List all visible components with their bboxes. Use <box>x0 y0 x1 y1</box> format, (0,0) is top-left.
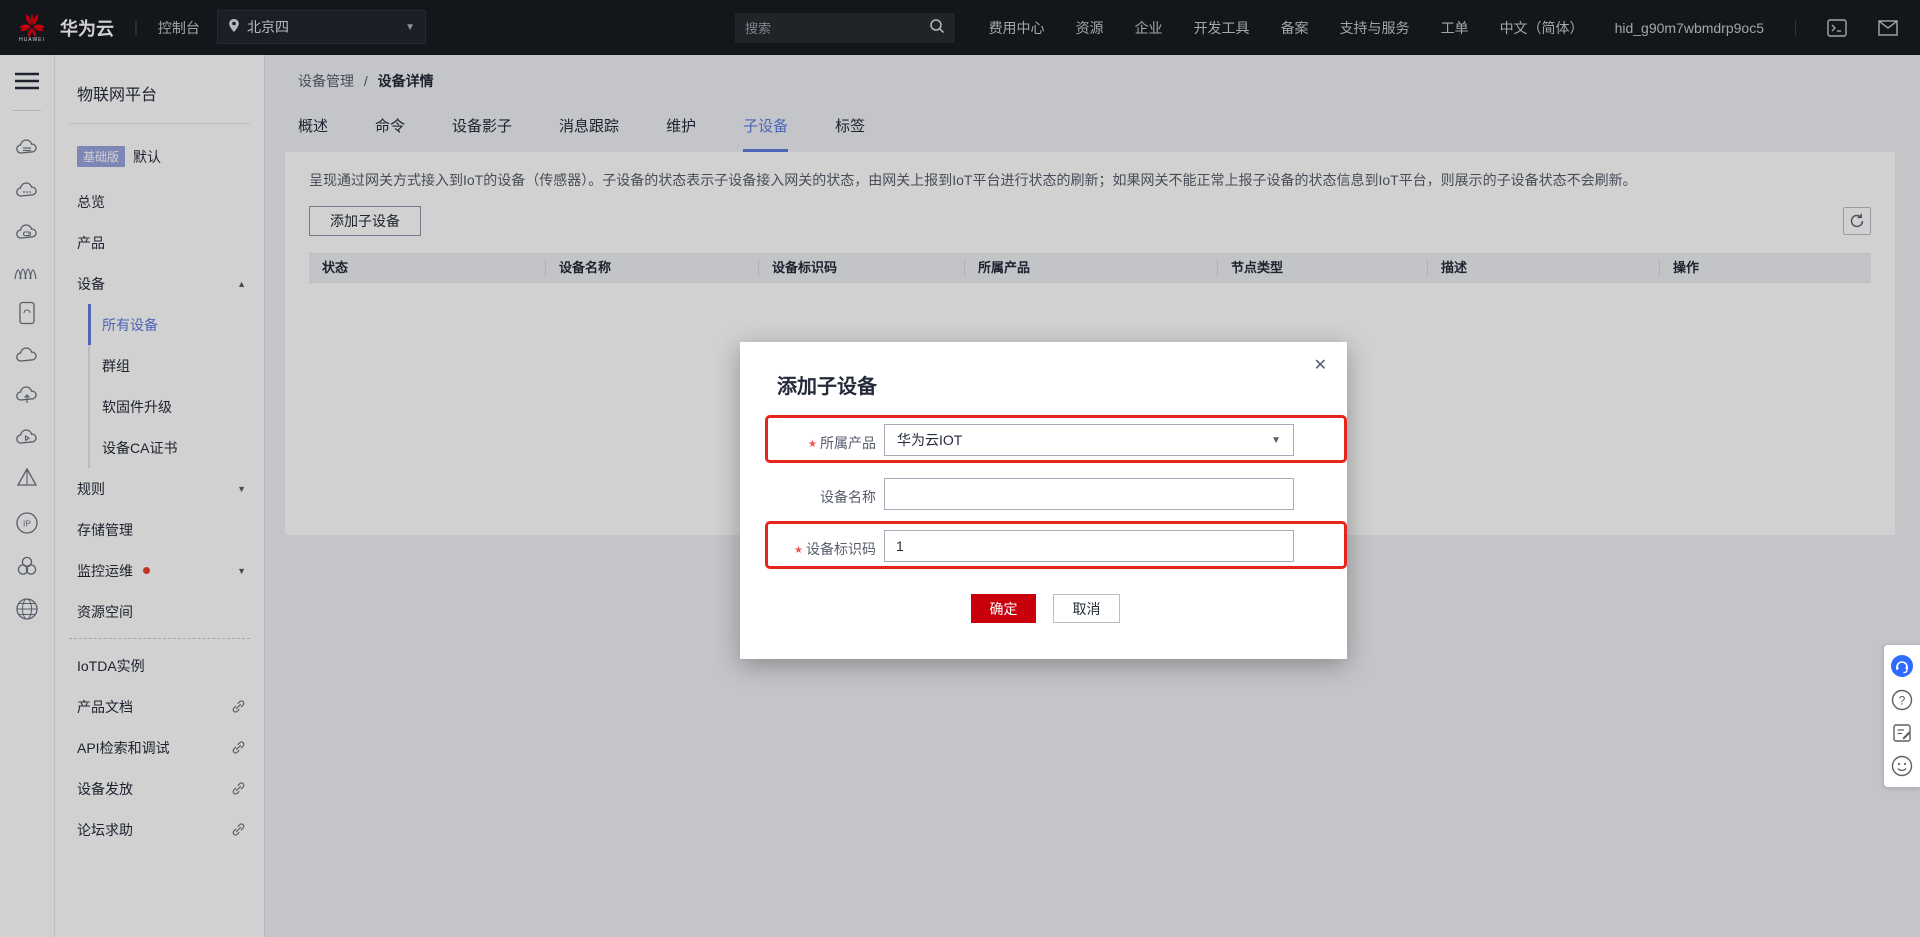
feedback-smiley-icon[interactable] <box>1891 755 1913 777</box>
field-label-device-name: 设备名称 <box>740 487 876 507</box>
svg-text:?: ? <box>1899 694 1906 708</box>
field-label-device-code: ★设备标识码 <box>740 539 876 559</box>
field-label-product: ★所属产品 <box>740 433 876 453</box>
modal-title: 添加子设备 <box>777 370 877 399</box>
required-star-icon: ★ <box>808 439 817 450</box>
device-name-input[interactable] <box>884 478 1294 510</box>
help-icon[interactable]: ? <box>1891 689 1913 711</box>
product-select[interactable]: 华为云IOT ▼ <box>884 424 1294 456</box>
confirm-button[interactable]: 确定 <box>971 594 1036 623</box>
required-star-icon: ★ <box>794 545 803 556</box>
close-icon[interactable]: ✕ <box>1314 358 1327 374</box>
product-select-value: 华为云IOT <box>897 430 962 450</box>
select-caret-icon: ▼ <box>1271 435 1281 446</box>
float-toolbar: ? <box>1884 645 1920 787</box>
survey-icon[interactable] <box>1891 722 1913 744</box>
device-code-input[interactable] <box>884 530 1294 562</box>
add-sub-device-modal: ✕ 添加子设备 ★所属产品 华为云IOT ▼ 设备名称 ★设备标识码 确定 取消 <box>740 342 1347 659</box>
cancel-button[interactable]: 取消 <box>1053 594 1120 623</box>
customer-service-icon[interactable] <box>1890 654 1914 678</box>
